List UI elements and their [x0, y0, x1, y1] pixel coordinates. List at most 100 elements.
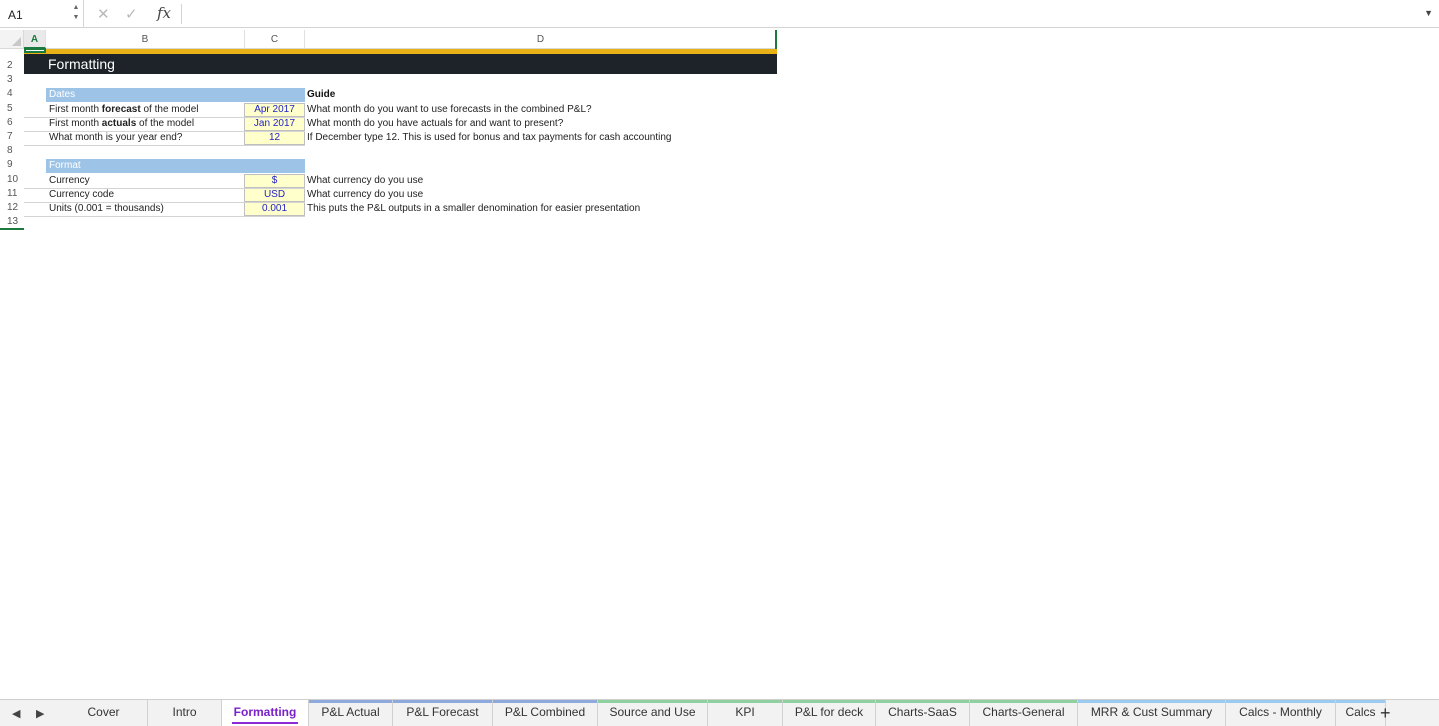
sheet-tab-intro[interactable]: Intro — [148, 700, 222, 726]
column-header-b[interactable]: B — [46, 30, 245, 49]
row-header[interactable]: 8 — [0, 145, 24, 156]
sheet-tab-label: Formatting — [233, 705, 297, 719]
sheet-tab-charts-saas[interactable]: Charts-SaaS — [876, 700, 970, 726]
sheet-tab-label: MRR & Cust Summary — [1090, 705, 1213, 719]
row-header[interactable]: 13 — [0, 216, 24, 227]
tab-color-stripe — [493, 700, 597, 703]
dates-section-header[interactable]: Dates — [46, 88, 305, 102]
tab-color-stripe — [598, 700, 707, 703]
sheet-tab-label: P&L for deck — [794, 705, 864, 719]
actuals-month-label: First month actuals of the model — [49, 118, 195, 129]
formula-divider — [181, 4, 182, 24]
select-all-corner[interactable] — [0, 30, 24, 49]
year-end-input[interactable]: 12 — [244, 131, 305, 145]
sheet-tab-mrr-cust-summary[interactable]: MRR & Cust Summary — [1078, 700, 1226, 726]
row-header[interactable]: 10 — [0, 174, 24, 185]
forecast-month-input[interactable]: Apr 2017 — [244, 103, 305, 117]
tab-scroll-right-icon[interactable]: ▶ — [36, 707, 44, 720]
tab-color-stripe — [1078, 700, 1225, 703]
dates-section-label: Dates — [49, 89, 76, 100]
name-box[interactable]: A1 ▲ ▼ — [0, 0, 84, 28]
units-guide: This puts the P&L outputs in a smaller d… — [307, 203, 641, 214]
actuals-month-guide: What month do you have actuals for and w… — [307, 118, 564, 129]
sheet-tab-label: Calcs - Monthly — [1239, 705, 1322, 719]
row-divider — [24, 216, 305, 217]
name-box-stepper-icon[interactable]: ▲ ▼ — [71, 3, 81, 25]
formula-expand-icon[interactable]: ▼ — [1424, 8, 1433, 18]
row-divider — [24, 188, 305, 189]
format-section-header[interactable]: Format — [46, 159, 305, 173]
row-header[interactable]: 6 — [0, 117, 24, 128]
sheet-tab-label: P&L Actual — [321, 705, 380, 719]
confirm-icon[interactable]: ✓ — [125, 5, 138, 23]
row-header[interactable]: 11 — [0, 188, 24, 199]
sheet-tab-p-l-combined[interactable]: P&L Combined — [493, 700, 598, 726]
row-header[interactable]: 5 — [0, 103, 24, 114]
currency-code-guide: What currency do you use — [307, 189, 424, 200]
guide-header: Guide — [307, 89, 336, 100]
tab-color-stripe — [783, 700, 875, 703]
currency-code-label: Currency code — [49, 189, 115, 200]
sheet-tab-label: Charts-SaaS — [888, 705, 957, 719]
column-header-c[interactable]: C — [245, 30, 305, 49]
sheet-tab-label: KPI — [735, 705, 755, 719]
sheet-title-bar[interactable]: Formatting — [24, 54, 777, 74]
sheet-tab-kpi[interactable]: KPI — [708, 700, 783, 726]
row-range-end-marker — [0, 228, 24, 230]
tab-color-stripe — [876, 700, 969, 703]
column-header-a[interactable]: A — [24, 30, 46, 49]
sheet-tab-calcs[interactable]: Calcs — [1336, 700, 1386, 726]
column-range-end-marker — [775, 30, 777, 50]
units-label: Units (0.001 = thousands) — [49, 203, 164, 214]
row-divider — [24, 131, 305, 132]
row-header[interactable]: 9 — [0, 159, 24, 170]
sheet-tab-calcs-monthly[interactable]: Calcs - Monthly — [1226, 700, 1336, 726]
tab-color-stripe — [1226, 700, 1335, 703]
sheet-tab-charts-general[interactable]: Charts-General — [970, 700, 1078, 726]
sheet-tab-label: Charts-General — [982, 705, 1065, 719]
forecast-month-guide: What month do you want to use forecasts … — [307, 104, 592, 115]
currency-input[interactable]: $ — [244, 174, 305, 188]
row-header[interactable]: 2 — [0, 60, 24, 71]
row-header[interactable]: 4 — [0, 88, 24, 99]
row-divider — [24, 145, 305, 146]
units-input[interactable]: 0.001 — [244, 202, 305, 216]
fx-icon[interactable]: fx — [157, 4, 171, 22]
tab-color-stripe — [309, 700, 392, 703]
year-end-label: What month is your year end? — [49, 132, 183, 143]
currency-guide: What currency do you use — [307, 175, 424, 186]
sheet-tab-label: P&L Forecast — [406, 705, 479, 719]
cancel-icon[interactable]: ✕ — [97, 5, 110, 23]
row-divider — [24, 202, 305, 203]
add-sheet-icon[interactable]: + — [1380, 703, 1391, 724]
row-divider — [24, 117, 305, 118]
actuals-month-input[interactable]: Jan 2017 — [244, 117, 305, 131]
sheet-tab-bar: ◀ ▶ Cover Intro Formatting P&L Actual P&L Fo… — [0, 699, 1439, 726]
currency-label: Currency — [49, 175, 90, 186]
sheet-tab-source-and-use[interactable]: Source and Use — [598, 700, 708, 726]
select-all-icon — [12, 37, 21, 46]
tab-scroll-left-icon[interactable]: ◀ — [12, 707, 20, 720]
forecast-month-label: First month forecast of the model — [49, 104, 199, 115]
selected-cell-a1[interactable] — [24, 48, 46, 53]
currency-code-input[interactable]: USD — [244, 188, 305, 202]
row-header[interactable]: 12 — [0, 202, 24, 213]
format-section-label: Format — [49, 160, 81, 171]
sheet-tab-cover[interactable]: Cover — [60, 700, 148, 726]
column-header-d[interactable]: D — [305, 30, 777, 49]
row-header[interactable]: 7 — [0, 131, 24, 142]
tab-color-stripe — [970, 700, 1077, 703]
sheet-tab-p-l-forecast[interactable]: P&L Forecast — [393, 700, 493, 726]
sheet-tab-label: P&L Combined — [504, 705, 586, 719]
sheet-tab-label: Source and Use — [609, 705, 696, 719]
sheet-tab-p-l-actual[interactable]: P&L Actual — [309, 700, 393, 726]
formula-bar: A1 ▲ ▼ ✕ ✓ fx ▼ — [0, 0, 1439, 28]
sheet-title: Formatting — [48, 56, 115, 72]
tab-color-stripe — [1336, 700, 1385, 703]
sheet-tab-p-l-for-deck[interactable]: P&L for deck — [783, 700, 876, 726]
sheet-tab-label: Cover — [87, 705, 120, 719]
sheet-tab-formatting[interactable]: Formatting — [222, 700, 309, 726]
worksheet-grid[interactable]: A B C D 2 3 4 5 6 7 8 9 10 11 12 13 Form… — [0, 28, 1439, 699]
sheet-tab-label: Intro — [172, 705, 197, 719]
row-header[interactable]: 3 — [0, 74, 24, 85]
